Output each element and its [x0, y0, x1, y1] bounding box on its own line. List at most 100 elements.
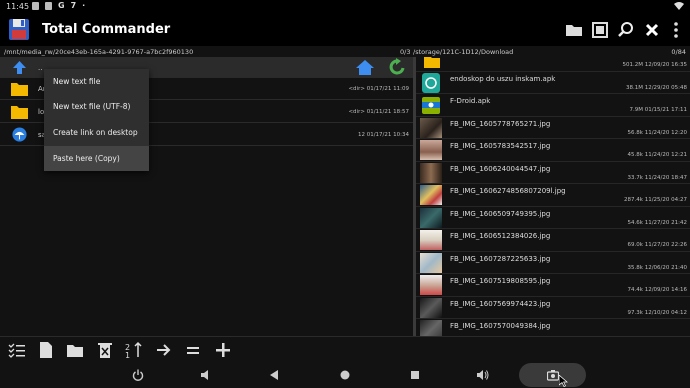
folder-icon — [11, 83, 28, 96]
app-title: Total Commander — [42, 22, 171, 37]
search-icon[interactable] — [616, 20, 636, 40]
image-thumb — [420, 117, 442, 138]
list-item[interactable]: FB_IMG_1605778765271.jpg 56.8k 11/24/20 … — [416, 117, 690, 139]
menu-item-paste-copy[interactable]: Paste here (Copy) — [44, 146, 149, 171]
list-item[interactable]: F-Droid.apk 7.9M 01/15/21 17:11 — [416, 94, 690, 117]
photo-icon — [45, 2, 52, 10]
file-name: FB_IMG_1606512384026.jpg — [450, 232, 551, 240]
status-time: 11:45 — [6, 2, 30, 11]
list-item[interactable]: FB_IMG_1607519808595.jpg 74.4k 12/09/20 … — [416, 274, 690, 297]
title-bar: Total Commander — [0, 14, 690, 46]
file-meta: 33.7k 11/24/20 18:47 — [627, 174, 687, 181]
file-meta: 74.4k 12/09/20 14:16 — [627, 287, 687, 293]
umbrella-icon — [12, 127, 27, 142]
right-panel[interactable]: 501.2M 12/09/20 16:35 endoskop do uszu i… — [416, 57, 690, 336]
folder-icon[interactable] — [564, 20, 584, 40]
list-item[interactable]: FB_IMG_1607569974423.jpg 97.3k 12/10/20 … — [416, 297, 690, 319]
delete-icon[interactable] — [96, 341, 114, 359]
image-thumb — [420, 297, 442, 318]
file-icon[interactable] — [37, 341, 55, 359]
file-name: FB_IMG_1607519808595.jpg — [450, 277, 551, 285]
file-meta: 45.8k 11/24/20 12:21 — [627, 152, 687, 158]
fdroid-icon — [422, 97, 440, 114]
list-item[interactable]: FB_IMG_1606512384026.jpg 69.0k 11/27/20 … — [416, 229, 690, 252]
image-thumb — [420, 320, 442, 336]
file-name: FB_IMG_1607569974423.jpg — [450, 299, 551, 308]
list-item[interactable]: FB_IMG_1606240044547.jpg 33.7k 11/24/20 … — [416, 162, 690, 184]
status-bar: 11:45 G 7 · — [0, 0, 690, 14]
list-item[interactable]: FB_IMG_1606509749395.jpg 54.6k 11/27/20 … — [416, 207, 690, 229]
photo-icon — [32, 2, 39, 10]
recents-icon[interactable] — [409, 369, 421, 381]
folder-icon[interactable] — [66, 341, 84, 359]
file-name: FB_IMG_1607287225633.jpg — [450, 254, 551, 263]
arrow-right-icon[interactable] — [155, 341, 173, 359]
wifi-icon — [674, 2, 684, 10]
equals-icon[interactable] — [184, 341, 202, 359]
image-thumb — [420, 230, 442, 250]
left-count: 0/3 — [400, 48, 411, 56]
image-thumb — [420, 275, 442, 295]
plus-icon[interactable] — [214, 341, 232, 359]
volume-down-icon[interactable] — [200, 369, 212, 381]
image-thumb — [420, 252, 442, 273]
image-thumb — [420, 207, 442, 228]
volume-up-icon[interactable] — [477, 369, 489, 381]
menu-item-new-text-file-utf8[interactable]: New text file (UTF-8) — [44, 94, 149, 119]
camera-icon — [547, 370, 559, 381]
right-count: 0/84 — [671, 48, 686, 56]
mouse-cursor-icon — [559, 375, 568, 387]
more-icon[interactable] — [666, 20, 686, 40]
file-name: endoskop do uszu inskam.apk — [450, 74, 556, 83]
list-item[interactable]: endoskop do uszu inskam.apk 38.1M 12/29/… — [416, 72, 690, 94]
context-menu: New text file New text file (UTF-8) Crea… — [44, 69, 149, 171]
image-thumb — [420, 140, 442, 160]
file-meta: 287.4k 11/25/20 04:27 — [624, 197, 687, 203]
file-meta: <dir> 01/11/21 18:57 — [348, 109, 409, 115]
menu-item-create-link[interactable]: Create link on desktop — [44, 120, 149, 145]
status-icons: G 7 · — [32, 2, 85, 10]
dots-icon: · — [82, 1, 86, 10]
windows-icon[interactable] — [590, 20, 610, 40]
file-meta: 54.6k 11/27/20 21:42 — [627, 219, 687, 226]
file-meta: 97.3k 12/10/20 04:12 — [627, 309, 687, 316]
seven-icon: 7 — [70, 1, 77, 10]
list-item[interactable]: FB_IMG_1606274856807209l.jpg 287.4k 11/2… — [416, 184, 690, 207]
file-name: FB_IMG_1605778765271.jpg — [450, 119, 551, 128]
file-meta: 501.2M 12/09/20 16:35 — [622, 62, 687, 68]
select-icon[interactable] — [8, 341, 26, 359]
image-thumb — [420, 162, 442, 183]
system-nav-bar — [0, 362, 690, 388]
file-name: FB_IMG_1605783542517.jpg — [450, 142, 551, 150]
back-icon[interactable] — [268, 369, 280, 381]
floppy-app-icon[interactable] — [9, 19, 29, 40]
bottom-toolbar: 2 1 — [0, 336, 690, 362]
image-thumb — [420, 185, 442, 205]
close-icon[interactable] — [642, 20, 662, 40]
refresh-icon[interactable] — [388, 58, 406, 77]
file-name: F-Droid.apk — [450, 97, 491, 105]
screenshot-button[interactable] — [519, 363, 586, 387]
right-path[interactable]: /storage/121C-1D12/Download — [413, 48, 513, 56]
sort-icon[interactable]: 2 1 — [125, 341, 143, 359]
list-item[interactable]: FB_IMG_1605783542517.jpg 45.8k 11/24/20 … — [416, 139, 690, 162]
apk-icon — [422, 72, 440, 93]
file-meta: 38.1M 12/29/20 05:48 — [625, 84, 687, 91]
left-path[interactable]: /mnt/media_rw/20ce43eb-165a-4291-9767-a7… — [4, 48, 193, 56]
file-name: FB_IMG_1606240044547.jpg — [450, 164, 551, 173]
list-item[interactable]: FB_IMG_1607570049384.jpg — [416, 319, 690, 336]
power-icon[interactable] — [132, 369, 144, 381]
home-icon[interactable] — [339, 369, 351, 381]
home-icon[interactable] — [355, 59, 375, 76]
menu-item-new-text-file[interactable]: New text file — [44, 69, 149, 94]
g-icon: G — [58, 1, 65, 10]
up-arrow-icon — [13, 61, 26, 74]
folder-icon — [424, 57, 440, 68]
file-name: FB_IMG_1606509749395.jpg — [450, 209, 551, 218]
file-meta: 12 01/17/21 10:34 — [357, 132, 409, 138]
file-meta: 56.8k 11/24/20 12:20 — [627, 129, 687, 136]
list-item[interactable]: FB_IMG_1607287225633.jpg 35.8k 12/06/20 … — [416, 252, 690, 274]
list-item[interactable]: 501.2M 12/09/20 16:35 — [416, 57, 690, 72]
file-meta: 35.8k 12/06/20 21:40 — [627, 264, 687, 271]
file-meta: 69.0k 11/27/20 22:26 — [627, 242, 687, 248]
